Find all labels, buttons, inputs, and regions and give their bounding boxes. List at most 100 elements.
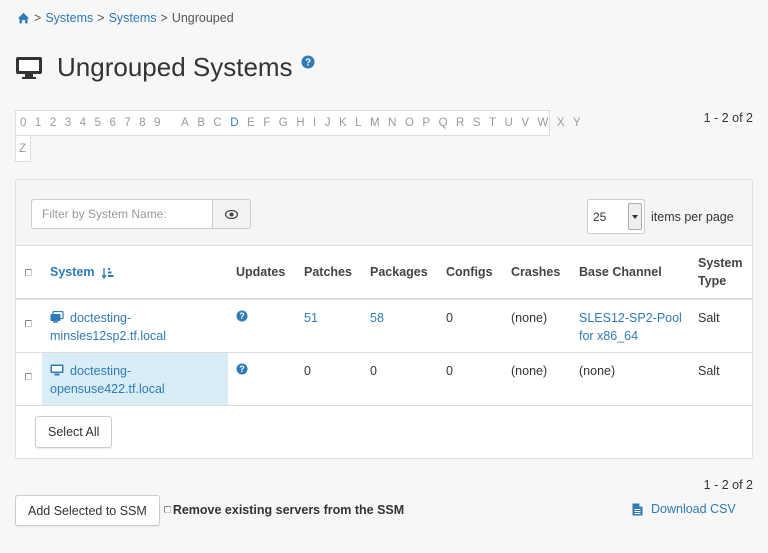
column-system-label[interactable]: System [50,265,94,279]
row-checkbox[interactable] [25,372,32,380]
page-title: Ungrouped Systems [57,52,293,82]
row-checkbox[interactable] [25,320,32,327]
row-select-cell [16,352,42,406]
alphabet-x: X [556,117,566,129]
breadcrumb-separator: > [34,11,42,25]
alphabet-d[interactable]: D [226,117,243,129]
pagination-count-top: 1 - 2 of 2 [703,111,753,125]
system-type-cell: Salt [690,299,753,353]
alphabet-o: O [404,117,415,129]
packages-cell: 0 [362,352,438,406]
system-link[interactable]: doctesting-minsles12sp2.tf.local [50,311,166,343]
packages-link[interactable]: 58 [370,311,384,325]
systems-table: System Updates Patches Packages Configs … [16,246,753,406]
configs-cell: 0 [438,352,503,406]
pagination-count-bottom: 1 - 2 of 2 [703,478,753,492]
table-header-row: System Updates Patches Packages Configs … [16,246,753,300]
home-icon[interactable] [17,12,30,25]
patches-cell: 51 [296,299,362,353]
alphabet-0: 0 [20,117,27,129]
apply-filter-button[interactable] [213,199,251,229]
sort-ascending-icon[interactable] [101,267,114,279]
alphabet-l: L [355,117,363,129]
help-icon[interactable]: ? [301,55,315,69]
alphabet-2: 2 [49,117,57,129]
alphabet-p: P [422,117,431,129]
chevron-down-icon [628,203,642,230]
alphabet-k: K [338,117,348,129]
column-header-base-channel: Base Channel [571,246,690,300]
items-per-page-select[interactable]: 25 [587,199,645,234]
column-header-system[interactable]: System [42,246,228,300]
table-row: doctesting-opensuse422.tf.local ? 0 0 0 … [16,352,753,406]
column-header-patches: Patches [296,246,362,300]
alphabet-t: T [489,117,497,129]
alphabet-b: B [197,117,206,129]
base-channel-cell: (none) [571,352,690,406]
remove-from-ssm-checkbox[interactable] [163,506,171,513]
desktop-icon [16,56,42,79]
alphabet-8: 8 [139,117,147,129]
base-channel-link[interactable]: SLES12-SP2-Pool for x86_64 [579,311,682,343]
alphabet-j: J [324,117,331,129]
alphabet-z: Z [19,142,27,155]
breadcrumb-systems-2[interactable]: Systems [109,11,157,25]
system-cell: doctesting-opensuse422.tf.local [42,352,228,406]
alphabet-filter: 0123456789 ABCDEFGHIJKLMNOPQRSTUVWXY Z [15,110,581,162]
bottom-actions: Add Selected to SSM Remove existing serv… [15,495,404,526]
panel-toolbar: 25 items per page [16,180,752,246]
alphabet-h: H [296,117,305,129]
column-header-updates: Updates [228,246,296,300]
column-header-system-type: System Type [690,246,753,300]
alphabet-7: 7 [124,117,132,129]
row-select-cell [16,299,42,353]
select-all-checkbox[interactable] [25,269,32,276]
add-selected-to-ssm-button[interactable]: Add Selected to SSM [15,495,160,526]
download-csv-label: Download CSV [651,502,736,516]
packages-cell: 58 [362,299,438,353]
breadcrumb-systems-1[interactable]: Systems [45,11,93,25]
updates-cell: ? [228,352,296,406]
select-all-button[interactable]: Select All [35,416,113,448]
alphabet-g: G [278,117,289,129]
breadcrumb-separator: > [97,11,105,25]
alphabet-m: M [370,117,381,129]
help-icon[interactable]: ? [236,363,248,375]
breadcrumb: > Systems > Systems > Ungrouped [17,11,234,25]
systems-panel: 25 items per page System Updates [15,179,753,459]
virtual-system-icon [50,310,64,323]
alphabet-c: C [213,117,223,129]
alphabet-r: R [456,117,465,129]
alphabet-4: 4 [79,117,87,129]
svg-text:?: ? [305,57,311,68]
breadcrumb-separator: > [160,11,168,25]
patches-link[interactable]: 51 [304,311,318,325]
base-channel-cell: SLES12-SP2-Pool for x86_64 [571,299,690,353]
panel-footer: Select All [16,405,752,448]
breadcrumb-current: Ungrouped [171,11,234,25]
crashes-cell: (none) [503,352,571,406]
updates-cell: ? [228,299,296,353]
help-icon[interactable]: ? [236,310,248,322]
column-header-packages: Packages [362,246,438,300]
eye-icon [225,209,238,219]
remove-from-ssm-option[interactable]: Remove existing servers from the SSM [163,502,405,517]
items-per-page-value: 25 [593,210,607,224]
alphabet-e: E [247,117,256,129]
alphabet-row: 0123456789 ABCDEFGHIJKLMNOPQRSTUVWXY [15,110,581,136]
header-select-all-cell [16,246,42,300]
alphabet-3: 3 [64,117,72,129]
filter-system-name-input[interactable] [31,199,213,229]
file-spreadsheet-icon [632,503,643,515]
remove-from-ssm-label: Remove existing servers from the SSM [172,502,405,517]
column-header-configs: Configs [438,246,503,300]
configs-cell: 0 [438,299,503,353]
system-link[interactable]: doctesting-opensuse422.tf.local [50,364,165,396]
alphabet-w: W [537,117,549,129]
download-csv-link[interactable]: Download CSV [632,502,736,516]
alphabet-q: Q [438,117,449,129]
desktop-icon [50,364,64,375]
page-header: Ungrouped Systems ? [15,52,315,83]
patches-cell: 0 [296,352,362,406]
alphabet-u: U [504,117,514,129]
